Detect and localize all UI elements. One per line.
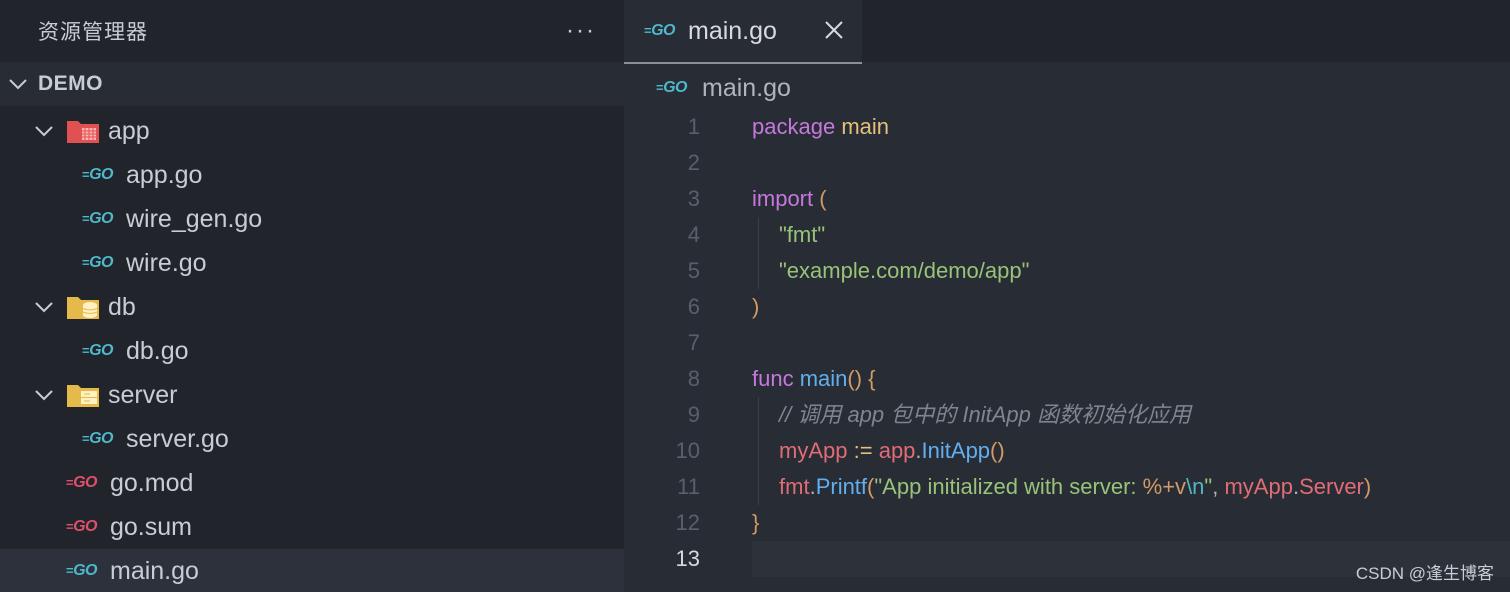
- close-icon[interactable]: [822, 18, 846, 42]
- tab-main-go[interactable]: =GO main.go: [624, 0, 862, 64]
- line-number: 11: [677, 474, 700, 499]
- tree-item-label: server.go: [126, 424, 229, 453]
- code-line: myApp := app.InitApp(): [779, 438, 1005, 463]
- go-file-icon: =GO: [82, 166, 113, 183]
- line-number: 8: [687, 366, 700, 391]
- more-actions-icon[interactable]: ···: [566, 19, 596, 43]
- tree-folder-app[interactable]: app: [0, 109, 624, 153]
- tree-file-server-go[interactable]: =GO server.go: [0, 417, 624, 461]
- line-number: 13: [675, 546, 700, 571]
- chevron-down-icon: [32, 383, 56, 407]
- chevron-down-icon: [32, 295, 56, 319]
- line-number: 3: [687, 186, 700, 211]
- line-number: 2: [687, 150, 700, 175]
- breadcrumb-item: main.go: [702, 73, 791, 102]
- tree-item-label: db: [108, 292, 136, 321]
- line-number: 1: [687, 114, 700, 139]
- folder-server-icon: [66, 382, 100, 408]
- explorer-title: 资源管理器: [38, 21, 148, 44]
- code-line: package main: [752, 114, 889, 139]
- go-file-icon: =GO: [82, 430, 113, 447]
- go-file-icon: =GO: [82, 254, 113, 271]
- line-number: 5: [687, 258, 700, 283]
- chevron-down-icon: [6, 72, 30, 96]
- tree-item-label: main.go: [110, 556, 199, 585]
- explorer-sidebar: 资源管理器 ··· DEMO app =GO app.go =GO wire_g…: [0, 0, 624, 592]
- indent-guide: [758, 217, 759, 289]
- tree-folder-server[interactable]: server: [0, 373, 624, 417]
- go-file-icon: =GO: [66, 562, 97, 579]
- explorer-header: 资源管理器 ···: [0, 0, 624, 62]
- tree-item-label: server: [108, 380, 178, 409]
- line-number: 12: [675, 510, 700, 535]
- go-file-icon: =GO: [82, 210, 113, 227]
- go-mod-icon: =GO: [66, 518, 97, 535]
- tree-item-label: app: [108, 116, 150, 145]
- breadcrumb[interactable]: =GO main.go: [656, 70, 791, 106]
- code-line: "fmt": [779, 222, 826, 247]
- code-line: "example.com/demo/app": [779, 258, 1030, 283]
- code-line: fmt.Printf("App initialized with server:…: [779, 474, 1372, 499]
- code-line: // 调用 app 包中的 InitApp 函数初始化应用: [779, 402, 1191, 427]
- tree-file-go-sum[interactable]: =GO go.sum: [0, 505, 624, 549]
- tree-file-go-mod[interactable]: =GO go.mod: [0, 461, 624, 505]
- tab-label: main.go: [688, 16, 777, 45]
- code-line: import (: [752, 186, 827, 211]
- go-mod-icon: =GO: [66, 474, 97, 491]
- folder-app-icon: [66, 118, 100, 144]
- tree-file-app-go[interactable]: =GO app.go: [0, 153, 624, 197]
- indent-guide: [758, 397, 759, 505]
- tree-file-wire-gen-go[interactable]: =GO wire_gen.go: [0, 197, 624, 241]
- code-line: func main() {: [752, 366, 876, 391]
- tree-item-label: go.sum: [110, 512, 192, 541]
- line-number: 4: [687, 222, 700, 247]
- line-number: 9: [687, 402, 700, 427]
- go-file-icon: =GO: [656, 79, 687, 96]
- editor-area: =GO main.go =GO main.go 1 2 3 4 5 6 7 8 …: [624, 0, 1510, 592]
- tree-file-db-go[interactable]: =GO db.go: [0, 329, 624, 373]
- line-number: 10: [675, 438, 700, 463]
- line-number: 7: [687, 330, 700, 355]
- tab-bar: =GO main.go: [624, 0, 1510, 64]
- tree-item-label: go.mod: [110, 468, 194, 497]
- tree-item-label: wire.go: [126, 248, 207, 277]
- tree-folder-db[interactable]: db: [0, 285, 624, 329]
- tree-item-label: db.go: [126, 336, 189, 365]
- chevron-down-icon: [32, 119, 56, 143]
- watermark: CSDN @逢生博客: [1355, 564, 1494, 583]
- workspace-name: DEMO: [38, 72, 103, 95]
- tree-item-label: wire_gen.go: [126, 204, 263, 233]
- go-file-icon: =GO: [644, 22, 675, 39]
- folder-db-icon: [66, 294, 100, 320]
- tree-file-wire-go[interactable]: =GO wire.go: [0, 241, 624, 285]
- workspace-section-header[interactable]: DEMO: [0, 62, 624, 106]
- code-line: ): [752, 294, 760, 319]
- tree-file-main-go[interactable]: =GO main.go: [0, 549, 624, 592]
- go-file-icon: =GO: [82, 342, 113, 359]
- tree-item-label: app.go: [126, 160, 203, 189]
- line-number: 6: [687, 294, 700, 319]
- code-line: }: [752, 510, 760, 535]
